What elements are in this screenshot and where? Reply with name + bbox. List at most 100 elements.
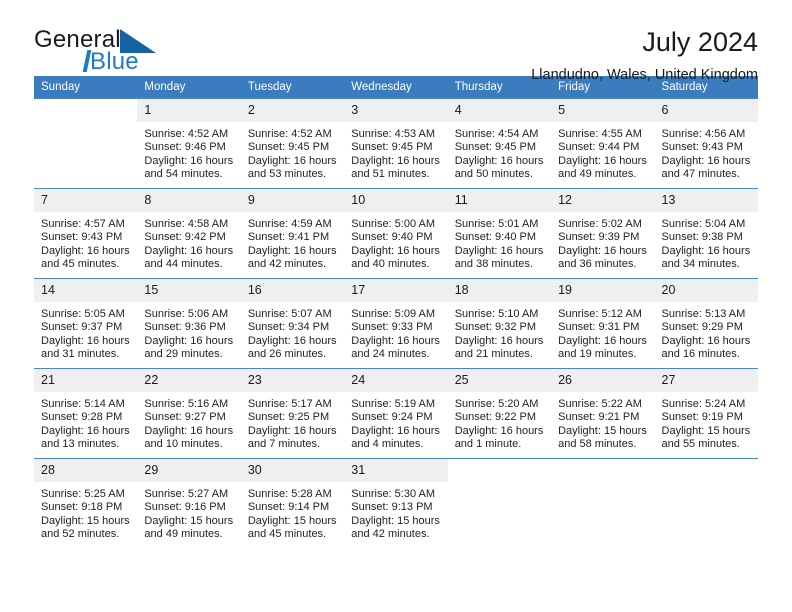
calendar-page: General Blue July 2024 Llandudno, Wales,… xyxy=(0,0,792,612)
calendar-day-cell[interactable]: 3 Sunrise: 4:53 AM Sunset: 9:45 PM Daylight… xyxy=(344,98,448,189)
day-daylight2-text: and 21 minutes. xyxy=(454,348,533,361)
day-daylight2-text: and 42 minutes. xyxy=(247,258,327,271)
calendar-day-cell[interactable]: 26 Sunrise: 5:22 AM Sunset: 9:21 PM Dayligh… xyxy=(551,368,655,459)
calendar-day-cell[interactable]: 20 Sunrise: 5:13 AM Sunset: 9:29 PM Dayligh… xyxy=(654,278,758,369)
calendar-day-cell[interactable]: 13 Sunrise: 5:04 AM Sunset: 9:38 PM Dayligh… xyxy=(654,188,758,279)
calendar-day-cell[interactable]: 8 Sunrise: 4:58 AM Sunset: 9:42 PM Daylight… xyxy=(137,188,241,279)
calendar-day-cell[interactable]: 22 Sunrise: 5:16 AM Sunset: 9:27 PM Dayligh… xyxy=(137,368,241,459)
day-number: 20 xyxy=(654,279,758,302)
calendar-day-cell[interactable]: 7 Sunrise: 4:57 AM Sunset: 9:43 PM Daylight… xyxy=(34,188,138,279)
calendar-day-cell[interactable]: 2 Sunrise: 4:52 AM Sunset: 9:45 PM Daylight… xyxy=(240,98,345,189)
day-details: Sunrise: 5:10 AM Sunset: 9:32 PM Daylight:… xyxy=(448,302,551,362)
calendar-week-row: 21 Sunrise: 5:14 AM Sunset: 9:28 PM Dayligh… xyxy=(34,368,758,459)
day-sunset-text: Sunset: 9:24 PM xyxy=(351,411,433,424)
day-daylight1-text: Daylight: 16 hours xyxy=(144,244,234,257)
day-sunset-text: Sunset: 9:46 PM xyxy=(144,141,226,154)
day-daylight1-text: Daylight: 16 hours xyxy=(661,244,751,257)
calendar-day-cell[interactable]: 11 Sunrise: 5:01 AM Sunset: 9:40 PM Dayligh… xyxy=(447,188,552,279)
calendar-day-cell[interactable]: 19 Sunrise: 5:12 AM Sunset: 9:31 PM Dayligh… xyxy=(551,278,655,369)
day-number: 24 xyxy=(344,369,448,392)
calendar-day-cell[interactable]: 10 Sunrise: 5:00 AM Sunset: 9:40 PM Dayligh… xyxy=(344,188,448,279)
calendar-day-cell[interactable]: 9 Sunrise: 4:59 AM Sunset: 9:41 PM Daylight… xyxy=(240,188,345,279)
calendar-day-cell[interactable]: 25 Sunrise: 5:20 AM Sunset: 9:22 PM Dayligh… xyxy=(447,368,552,459)
day-sunrise-text: Sunrise: 5:17 AM xyxy=(247,398,332,410)
day-sunrise-text: Sunrise: 5:24 AM xyxy=(661,398,746,410)
day-number xyxy=(447,459,552,482)
calendar-day-cell[interactable]: 28 Sunrise: 5:25 AM Sunset: 9:18 PM Dayligh… xyxy=(34,458,138,549)
day-daylight1-text: Daylight: 16 hours xyxy=(558,244,647,257)
day-details: Sunrise: 4:52 AM Sunset: 9:45 PM Daylight:… xyxy=(241,122,344,182)
day-sunrise-text: Sunrise: 4:55 AM xyxy=(558,128,642,140)
calendar-day-cell[interactable]: 6 Sunrise: 4:56 AM Sunset: 9:43 PM Daylight… xyxy=(654,98,758,189)
general-blue-logo[interactable]: General Blue xyxy=(34,26,244,78)
day-sunset-text: Sunset: 9:45 PM xyxy=(454,141,537,154)
day-number: 21 xyxy=(34,369,138,392)
day-details: Sunrise: 4:54 AM Sunset: 9:45 PM Daylight:… xyxy=(448,122,551,182)
day-number: 3 xyxy=(344,99,448,122)
day-sunrise-text: Sunrise: 5:05 AM xyxy=(41,308,125,320)
page-title: July 2024 xyxy=(642,27,758,57)
day-sunrise-text: Sunrise: 5:19 AM xyxy=(351,398,436,410)
day-sunset-text: Sunset: 9:22 PM xyxy=(454,411,537,424)
calendar-day-cell[interactable]: 31 Sunrise: 5:30 AM Sunset: 9:13 PM Dayligh… xyxy=(344,458,448,549)
day-details: Sunrise: 4:56 AM Sunset: 9:43 PM Daylight:… xyxy=(655,122,758,182)
calendar-day-cell[interactable]: 12 Sunrise: 5:02 AM Sunset: 9:39 PM Dayligh… xyxy=(551,188,655,279)
calendar-day-cell[interactable]: 27 Sunrise: 5:24 AM Sunset: 9:19 PM Dayligh… xyxy=(654,368,758,459)
day-daylight1-text: Daylight: 16 hours xyxy=(41,244,130,257)
day-sunset-text: Sunset: 9:18 PM xyxy=(41,501,123,514)
day-number: 31 xyxy=(344,459,448,482)
day-daylight1-text: Daylight: 16 hours xyxy=(144,334,234,347)
day-sunrise-text: Sunrise: 5:14 AM xyxy=(41,398,125,410)
day-details: Sunrise: 5:16 AM Sunset: 9:27 PM Daylight:… xyxy=(137,392,240,452)
day-daylight1-text: Daylight: 15 hours xyxy=(661,424,751,437)
day-daylight1-text: Daylight: 16 hours xyxy=(558,154,647,167)
calendar-day-cell[interactable]: 18 Sunrise: 5:10 AM Sunset: 9:32 PM Dayligh… xyxy=(447,278,552,369)
day-sunrise-text: Sunrise: 5:30 AM xyxy=(351,488,436,500)
calendar-day-cell[interactable]: 23 Sunrise: 5:17 AM Sunset: 9:25 PM Dayligh… xyxy=(240,368,345,459)
day-daylight2-text: and 47 minutes. xyxy=(661,168,740,181)
calendar-day-cell[interactable]: 4 Sunrise: 4:54 AM Sunset: 9:45 PM Daylight… xyxy=(447,98,552,189)
day-daylight2-text: and 26 minutes. xyxy=(247,348,327,361)
calendar-cell-empty xyxy=(447,458,552,549)
day-daylight1-text: Daylight: 16 hours xyxy=(247,154,337,167)
day-sunrise-text: Sunrise: 5:00 AM xyxy=(351,218,436,230)
day-details: Sunrise: 4:57 AM Sunset: 9:43 PM Daylight:… xyxy=(34,212,137,272)
calendar-day-cell[interactable]: 29 Sunrise: 5:27 AM Sunset: 9:16 PM Dayligh… xyxy=(137,458,241,549)
calendar-day-cell[interactable]: 24 Sunrise: 5:19 AM Sunset: 9:24 PM Dayligh… xyxy=(344,368,448,459)
day-details: Sunrise: 5:30 AM Sunset: 9:13 PM Daylight:… xyxy=(344,482,447,542)
day-daylight1-text: Daylight: 16 hours xyxy=(351,334,440,347)
calendar-day-cell[interactable]: 5 Sunrise: 4:55 AM Sunset: 9:44 PM Daylight… xyxy=(551,98,655,189)
day-sunset-text: Sunset: 9:21 PM xyxy=(558,411,640,424)
day-sunset-text: Sunset: 9:14 PM xyxy=(247,501,330,514)
calendar-day-cell[interactable]: 15 Sunrise: 5:06 AM Sunset: 9:36 PM Dayligh… xyxy=(137,278,241,369)
day-sunrise-text: Sunrise: 4:52 AM xyxy=(144,128,229,140)
day-details: Sunrise: 5:05 AM Sunset: 9:37 PM Daylight:… xyxy=(34,302,137,362)
day-sunrise-text: Sunrise: 5:13 AM xyxy=(661,308,746,320)
day-daylight2-text: and 49 minutes. xyxy=(144,528,223,541)
day-sunset-text: Sunset: 9:25 PM xyxy=(247,411,330,424)
day-sunset-text: Sunset: 9:40 PM xyxy=(454,231,537,244)
calendar-day-cell[interactable]: 30 Sunrise: 5:28 AM Sunset: 9:14 PM Dayligh… xyxy=(240,458,345,549)
day-number: 22 xyxy=(137,369,241,392)
day-details: Sunrise: 5:24 AM Sunset: 9:19 PM Daylight:… xyxy=(655,392,758,452)
day-details: Sunrise: 4:52 AM Sunset: 9:46 PM Daylight:… xyxy=(137,122,240,182)
day-details: Sunrise: 5:27 AM Sunset: 9:16 PM Daylight:… xyxy=(137,482,240,542)
day-daylight1-text: Daylight: 16 hours xyxy=(247,334,337,347)
day-daylight1-text: Daylight: 15 hours xyxy=(247,514,337,527)
day-number: 9 xyxy=(240,189,345,212)
day-daylight2-text: and 52 minutes. xyxy=(41,528,120,541)
calendar-day-cell[interactable]: 16 Sunrise: 5:07 AM Sunset: 9:34 PM Dayligh… xyxy=(240,278,345,369)
day-number: 26 xyxy=(551,369,655,392)
calendar-body: 1 Sunrise: 4:52 AM Sunset: 9:46 PM Daylight… xyxy=(34,98,758,549)
calendar-day-cell[interactable]: 21 Sunrise: 5:14 AM Sunset: 9:28 PM Dayligh… xyxy=(34,368,138,459)
day-daylight2-text: and 42 minutes. xyxy=(351,528,430,541)
calendar-day-cell[interactable]: 14 Sunrise: 5:05 AM Sunset: 9:37 PM Dayligh… xyxy=(34,278,138,369)
calendar-day-cell[interactable]: 17 Sunrise: 5:09 AM Sunset: 9:33 PM Dayligh… xyxy=(344,278,448,369)
day-details: Sunrise: 5:07 AM Sunset: 9:34 PM Daylight:… xyxy=(241,302,344,362)
day-sunrise-text: Sunrise: 5:09 AM xyxy=(351,308,436,320)
day-daylight2-text: and 50 minutes. xyxy=(454,168,533,181)
calendar-cell-empty xyxy=(551,458,655,549)
day-daylight1-text: Daylight: 16 hours xyxy=(41,424,130,437)
calendar-day-cell[interactable]: 1 Sunrise: 4:52 AM Sunset: 9:46 PM Daylight… xyxy=(137,98,241,189)
day-daylight1-text: Daylight: 16 hours xyxy=(247,244,337,257)
